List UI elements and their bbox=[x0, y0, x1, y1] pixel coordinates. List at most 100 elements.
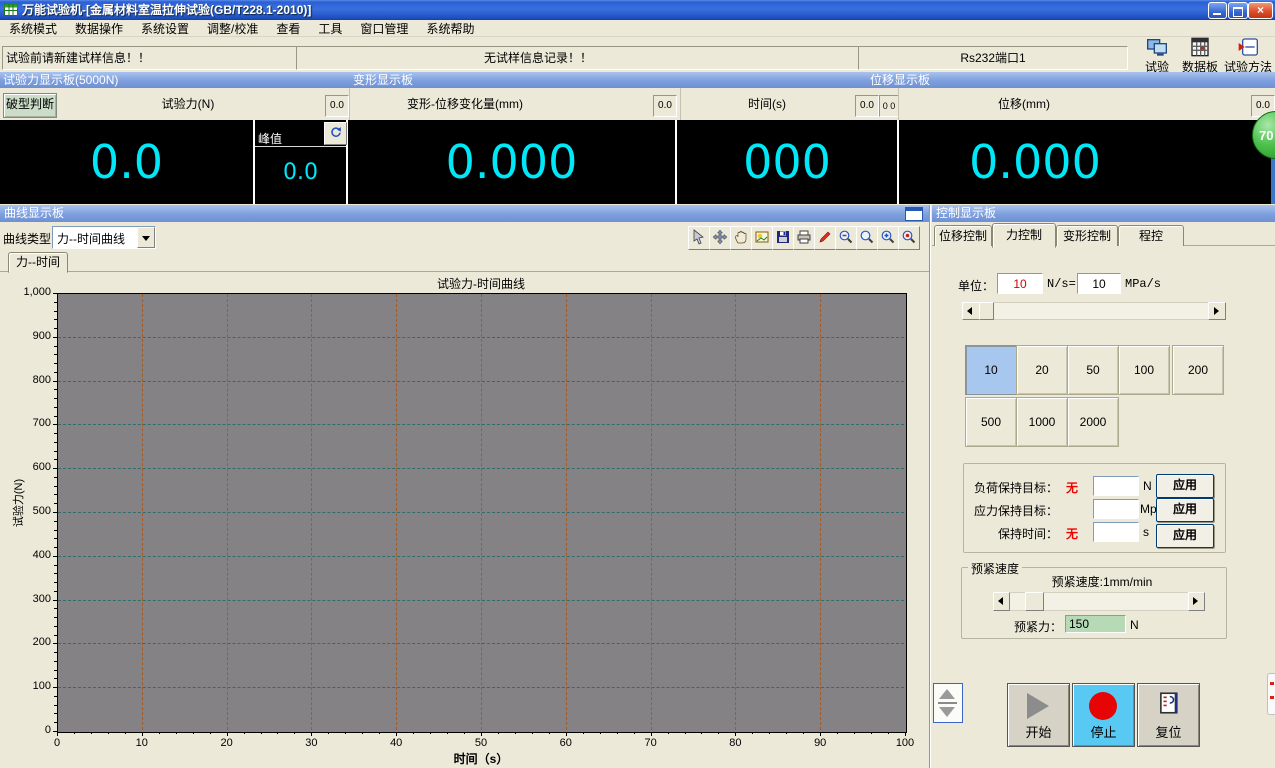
speed-option-100[interactable]: 100 bbox=[1118, 345, 1170, 395]
maximize-panel-icon[interactable] bbox=[905, 207, 923, 221]
curve-type-value: 力--时间曲线 bbox=[57, 230, 125, 247]
chart-title: 试验力-时间曲线 bbox=[57, 275, 905, 292]
hold-time-input[interactable] bbox=[1093, 522, 1139, 542]
reset-button[interactable]: 复位 bbox=[1137, 683, 1200, 747]
speed-option-500[interactable]: 500 bbox=[965, 397, 1017, 447]
close-button[interactable]: × bbox=[1248, 2, 1273, 19]
rate-scrollbar-track[interactable] bbox=[978, 302, 1210, 320]
tool-button-databoard[interactable]: 数据板 bbox=[1178, 37, 1222, 75]
x-minor-tick bbox=[718, 732, 719, 734]
rate-scrollbar-thumb[interactable] bbox=[979, 302, 994, 320]
x-minor-tick bbox=[176, 732, 177, 734]
move-tool-button[interactable] bbox=[709, 226, 731, 250]
x-minor-tick bbox=[634, 732, 635, 734]
hold-time-flag: 无 bbox=[1066, 525, 1078, 542]
jog-updown-button[interactable] bbox=[933, 683, 963, 723]
minimize-button[interactable] bbox=[1208, 2, 1227, 19]
load-hold-input[interactable] bbox=[1093, 476, 1139, 496]
menu-item-0[interactable]: 系统模式 bbox=[0, 19, 66, 38]
zoom-out-tool-button[interactable] bbox=[835, 226, 857, 250]
y-minor-tick bbox=[54, 346, 57, 347]
y-tick-mark bbox=[53, 556, 57, 557]
tab-force-control[interactable]: 力控制 bbox=[992, 223, 1056, 248]
y-minor-tick bbox=[54, 530, 57, 531]
zoom-page-tool-button[interactable] bbox=[877, 226, 899, 250]
y-minor-tick bbox=[54, 319, 57, 320]
x-minor-tick bbox=[464, 732, 465, 734]
peak-refresh-button[interactable] bbox=[324, 122, 347, 145]
force-label: 试验力(N) bbox=[55, 96, 321, 112]
x-tick-label: 80 bbox=[715, 737, 755, 749]
y-minor-tick bbox=[54, 617, 57, 618]
tool-button-method[interactable]: 试验方法 bbox=[1222, 37, 1274, 75]
curve-type-dropdown[interactable]: 力--时间曲线 bbox=[52, 226, 156, 249]
speed-option-200[interactable]: 200 bbox=[1172, 345, 1224, 395]
load-hold-label: 负荷保持目标： bbox=[963, 479, 1058, 496]
y-minor-tick bbox=[54, 661, 57, 662]
tab-deform-control[interactable]: 变形控制 bbox=[1056, 225, 1118, 246]
menu-item-2[interactable]: 系统设置 bbox=[132, 19, 198, 38]
graph-image-icon bbox=[754, 229, 770, 245]
x-minor-tick bbox=[803, 732, 804, 734]
port-status: Rs232端口1 bbox=[858, 46, 1128, 70]
start-button[interactable]: 开始 bbox=[1007, 683, 1070, 747]
magnifier-tool-button[interactable] bbox=[856, 226, 878, 250]
speed-option-50[interactable]: 50 bbox=[1067, 345, 1119, 395]
rate-scrollbar-right-button[interactable] bbox=[1208, 302, 1226, 320]
stop-button[interactable]: 停止 bbox=[1072, 683, 1135, 747]
tab-program-control[interactable]: 程控 bbox=[1118, 225, 1184, 246]
y-minor-tick bbox=[54, 652, 57, 653]
x-minor-tick bbox=[888, 732, 889, 734]
magnifier-icon bbox=[859, 229, 875, 245]
deform-lcd: 0.000 bbox=[348, 120, 675, 204]
pan-hand-icon bbox=[733, 229, 749, 245]
y-minor-tick bbox=[54, 389, 57, 390]
break-judge-button[interactable]: 破型判断 bbox=[3, 93, 57, 118]
curve-tab-force-time[interactable]: 力--时间 bbox=[8, 252, 68, 273]
x-tick-label: 100 bbox=[885, 737, 925, 749]
pointer-tool-button[interactable] bbox=[688, 226, 710, 250]
hold-time-apply-button[interactable]: 应用 bbox=[1156, 524, 1214, 548]
preload-force-input[interactable] bbox=[1065, 615, 1126, 633]
y-tick-label: 800 bbox=[7, 374, 51, 386]
print-tool-button[interactable] bbox=[793, 226, 815, 250]
preload-scrollbar-right-button[interactable] bbox=[1188, 592, 1205, 611]
tool-button-test[interactable]: 试验 bbox=[1138, 37, 1176, 75]
menu-item-5[interactable]: 工具 bbox=[309, 19, 351, 38]
preload-scrollbar-left-button[interactable] bbox=[993, 592, 1010, 611]
x-tick-mark bbox=[566, 732, 567, 736]
graph-image-tool-button[interactable] bbox=[751, 226, 773, 250]
menu-item-7[interactable]: 系统帮助 bbox=[417, 19, 483, 38]
y-tick-mark bbox=[53, 468, 57, 469]
save-tool-button[interactable] bbox=[772, 226, 794, 250]
data-board-icon bbox=[1189, 37, 1211, 57]
restore-button[interactable] bbox=[1228, 2, 1248, 19]
x-minor-tick bbox=[74, 732, 75, 734]
stress-hold-apply-button[interactable]: 应用 bbox=[1156, 498, 1214, 522]
tab-displacement-control[interactable]: 位移控制 bbox=[934, 225, 992, 246]
speed-option-20[interactable]: 20 bbox=[1016, 345, 1068, 395]
dropdown-arrow-icon[interactable] bbox=[137, 227, 155, 248]
stress-hold-input[interactable] bbox=[1093, 499, 1139, 519]
stress-rate-input[interactable] bbox=[1077, 273, 1121, 294]
preload-scrollbar-thumb[interactable] bbox=[1025, 592, 1044, 611]
menu-item-3[interactable]: 调整/校准 bbox=[198, 19, 267, 38]
menu-item-4[interactable]: 查看 bbox=[267, 19, 309, 38]
x-tick-mark bbox=[57, 732, 58, 736]
speed-option-2000[interactable]: 2000 bbox=[1067, 397, 1119, 447]
x-tick-label: 50 bbox=[461, 737, 501, 749]
force-rate-input[interactable] bbox=[997, 273, 1043, 294]
speed-option-1000[interactable]: 1000 bbox=[1016, 397, 1068, 447]
zoom-reset-tool-button[interactable] bbox=[898, 226, 920, 250]
rate-scrollbar-left-button[interactable] bbox=[962, 302, 980, 320]
speed-option-10[interactable]: 10 bbox=[965, 345, 1017, 395]
menu-item-6[interactable]: 窗口管理 bbox=[351, 19, 417, 38]
annotate-pencil-tool-button[interactable] bbox=[814, 226, 836, 250]
load-hold-apply-button[interactable]: 应用 bbox=[1156, 474, 1214, 498]
pan-hand-tool-button[interactable] bbox=[730, 226, 752, 250]
y-tick-label: 900 bbox=[7, 330, 51, 342]
force-panel-header: 试验力显示板(5000N) bbox=[0, 72, 351, 88]
rate-unit: MPa/s bbox=[1125, 277, 1161, 291]
y-minor-tick bbox=[54, 459, 57, 460]
menu-item-1[interactable]: 数据操作 bbox=[66, 19, 132, 38]
